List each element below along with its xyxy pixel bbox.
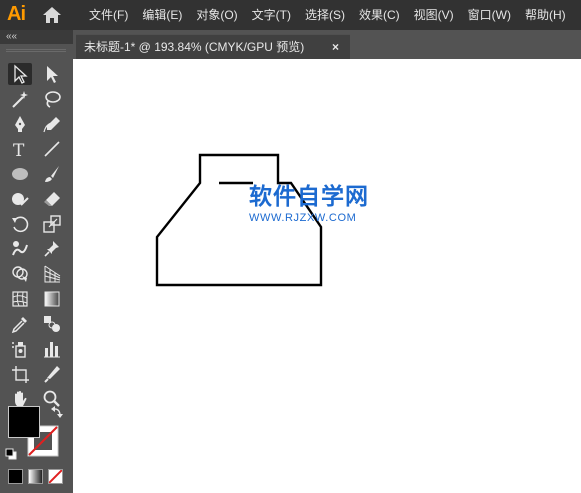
perspective-grid-tool[interactable] bbox=[40, 263, 64, 285]
magic-wand-icon bbox=[12, 91, 28, 108]
tools-panel: «« T bbox=[0, 30, 73, 493]
pen-icon bbox=[15, 116, 25, 132]
menu-edit[interactable]: 编辑(E) bbox=[135, 0, 189, 30]
arrow-icon bbox=[14, 64, 28, 84]
shaper-icon bbox=[12, 193, 29, 206]
menu-bar: Ai 文件(F) 编辑(E) 对象(O) 文字(T) 选择(S) 效果(C) 视… bbox=[0, 0, 581, 30]
perspective-grid-icon bbox=[44, 265, 61, 283]
lasso-icon bbox=[45, 91, 61, 108]
blend-tool[interactable] bbox=[40, 313, 64, 335]
magic-wand-tool[interactable] bbox=[8, 88, 32, 110]
close-icon[interactable]: × bbox=[332, 35, 339, 59]
document-tab[interactable]: 未标题-1* @ 193.84% (CMYK/GPU 预览) × bbox=[76, 34, 350, 59]
symbol-sprayer-tool[interactable] bbox=[8, 338, 32, 360]
menu-object[interactable]: 对象(O) bbox=[189, 0, 244, 30]
shape-builder-tool[interactable] bbox=[8, 263, 32, 285]
menu-select[interactable]: 选择(S) bbox=[298, 0, 352, 30]
puppet-warp-tool[interactable] bbox=[40, 238, 64, 260]
swap-arrow-icon[interactable] bbox=[50, 405, 64, 419]
line-icon bbox=[44, 141, 60, 157]
watermark-url: WWW.RJZXW.COM bbox=[249, 212, 357, 224]
type-icon: T bbox=[13, 141, 25, 159]
mesh-icon bbox=[12, 291, 28, 307]
mesh-tool[interactable] bbox=[8, 288, 32, 310]
curvature-pen-icon bbox=[43, 117, 60, 133]
curvature-tool[interactable] bbox=[40, 113, 64, 135]
document-tab-strip: 未标题-1* @ 193.84% (CMYK/GPU 预览) × bbox=[73, 30, 581, 59]
shape-builder-icon bbox=[12, 266, 28, 282]
collapse-icon[interactable]: «« bbox=[6, 30, 17, 44]
color-mode-button[interactable] bbox=[8, 469, 23, 484]
menu-type[interactable]: 文字(T) bbox=[245, 0, 298, 30]
line-segment-tool[interactable] bbox=[40, 138, 64, 160]
selection-tool[interactable] bbox=[8, 63, 32, 85]
panel-grip[interactable] bbox=[6, 49, 66, 52]
menu-effect[interactable]: 效果(C) bbox=[352, 0, 407, 30]
warp-tool[interactable] bbox=[8, 238, 32, 260]
fill-swatch[interactable] bbox=[8, 406, 40, 438]
brush-icon bbox=[45, 166, 59, 182]
menu-view[interactable]: 视图(V) bbox=[407, 0, 461, 30]
eraser-icon bbox=[44, 192, 60, 206]
watermark-title: 软件自学网 bbox=[249, 184, 369, 210]
type-tool[interactable]: T bbox=[8, 138, 32, 160]
app-logo: Ai bbox=[7, 3, 26, 25]
gradient-icon bbox=[44, 291, 60, 307]
slice-tool[interactable] bbox=[40, 363, 64, 385]
default-colors-icon[interactable] bbox=[5, 448, 17, 460]
eyedropper-icon bbox=[11, 317, 27, 334]
eyedropper-tool[interactable] bbox=[8, 313, 32, 335]
gradient-mode-button[interactable] bbox=[28, 469, 43, 484]
warp-icon bbox=[12, 241, 28, 256]
pin-icon bbox=[44, 241, 59, 257]
menu-window[interactable]: 窗口(W) bbox=[461, 0, 518, 30]
ellipse-icon bbox=[12, 168, 28, 180]
menu-file[interactable]: 文件(F) bbox=[82, 0, 135, 30]
knife-icon bbox=[44, 366, 60, 383]
lasso-tool[interactable] bbox=[40, 88, 64, 110]
spray-icon bbox=[12, 342, 26, 358]
scale-icon bbox=[43, 215, 61, 233]
column-graph-tool[interactable] bbox=[40, 338, 64, 360]
white-arrow-icon bbox=[47, 66, 58, 83]
document-tab-title[interactable]: 未标题-1* @ 193.84% (CMYK/GPU 预览) bbox=[84, 35, 304, 59]
home-button[interactable] bbox=[40, 4, 64, 26]
direct-selection-tool[interactable] bbox=[40, 63, 64, 85]
rotate-icon bbox=[12, 216, 29, 233]
pen-tool[interactable] bbox=[8, 113, 32, 135]
none-swatch-icon bbox=[49, 470, 62, 483]
menu-help[interactable]: 帮助(H) bbox=[518, 0, 573, 30]
none-mode-button[interactable] bbox=[48, 469, 63, 484]
bar-graph-icon bbox=[44, 342, 60, 358]
eraser-tool[interactable] bbox=[40, 188, 64, 210]
artboard-icon bbox=[12, 366, 29, 383]
shaper-tool[interactable] bbox=[8, 188, 32, 210]
blend-icon bbox=[44, 316, 60, 332]
artboard-canvas[interactable]: 软件自学网 WWW.RJZXW.COM bbox=[73, 59, 581, 493]
drawn-path[interactable] bbox=[73, 59, 581, 493]
panel-collapse-bar[interactable]: «« bbox=[0, 30, 73, 44]
main-menu: 文件(F) 编辑(E) 对象(O) 文字(T) 选择(S) 效果(C) 视图(V… bbox=[82, 0, 573, 30]
artboard-tool[interactable] bbox=[8, 363, 32, 385]
scale-tool[interactable] bbox=[40, 213, 64, 235]
ellipse-tool[interactable] bbox=[8, 163, 32, 185]
gradient-tool[interactable] bbox=[40, 288, 64, 310]
svg-text:T: T bbox=[13, 141, 25, 159]
paintbrush-tool[interactable] bbox=[40, 163, 64, 185]
watermark: 软件自学网 WWW.RJZXW.COM bbox=[249, 183, 399, 224]
home-icon bbox=[43, 7, 61, 23]
rotate-tool[interactable] bbox=[8, 213, 32, 235]
